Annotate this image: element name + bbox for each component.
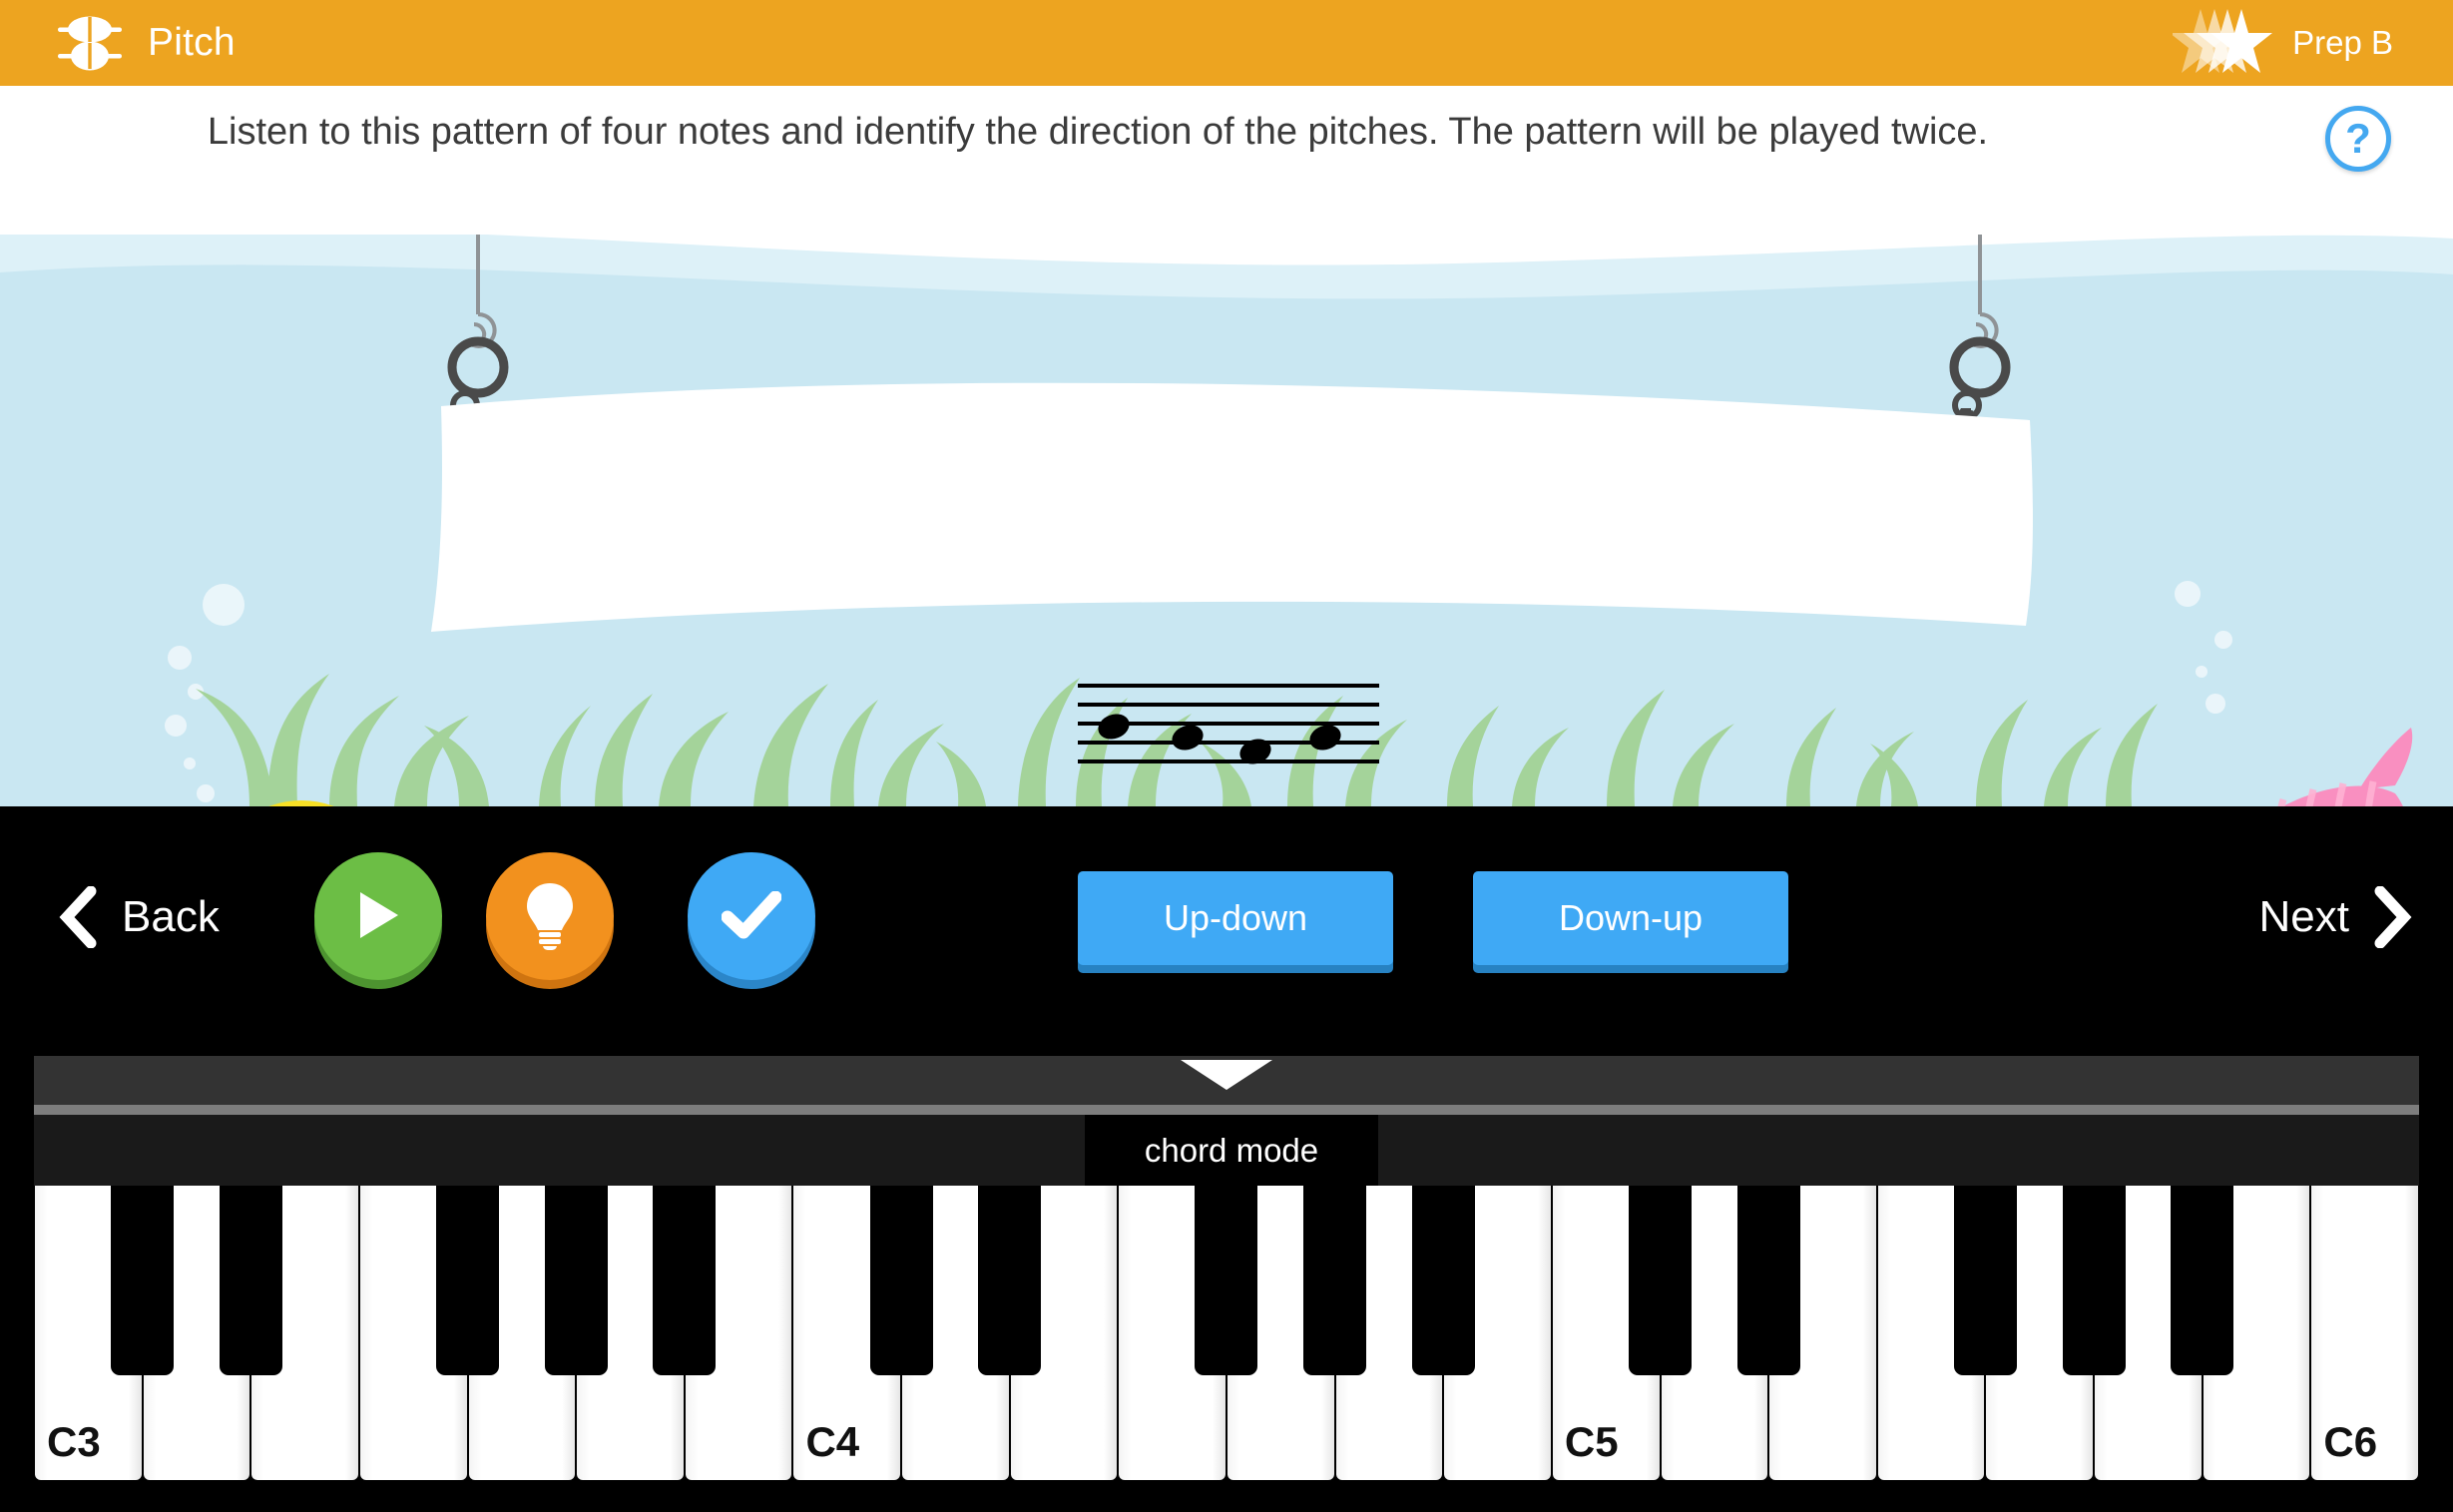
level-label: Prep B [2292,24,2393,61]
chord-panel-divider [34,1105,2419,1115]
black-key[interactable] [219,1186,282,1375]
header-right-group[interactable]: Prep B [2170,7,2453,79]
app-title: Pitch [148,21,236,64]
black-key[interactable] [1736,1186,1800,1375]
star-burst-icon [2170,7,2276,79]
instruction-text: Listen to this pattern of four notes and… [207,111,1989,153]
chord-mode-toggle[interactable]: chord mode [1085,1115,1378,1186]
answer-option-down-up[interactable]: Down-up [1473,871,1788,965]
double-notehead-icon [58,14,122,72]
answer-option-label: Down-up [1558,897,1704,938]
next-button[interactable]: Next [2258,885,2413,949]
pitch-exercise-screen: Pitch Prep B Listen to this pattern of f… [0,0,2453,1512]
piano-keyboard: C3 C4 C5 C6 [34,1186,2419,1490]
answer-banner [431,382,2033,632]
black-key[interactable] [436,1186,500,1375]
chord-panel-row: chord mode [34,1115,2419,1186]
hint-button[interactable] [486,852,614,980]
answer-option-up-down[interactable]: Up-down [1078,871,1393,965]
black-key[interactable] [653,1186,717,1375]
black-key[interactable] [978,1186,1042,1375]
next-label: Next [2258,892,2349,941]
black-key[interactable] [1629,1186,1693,1375]
black-key[interactable] [2062,1186,2126,1375]
key-label: C6 [2323,1418,2378,1465]
chord-panel: chord mode [34,1056,2419,1186]
back-label: Back [122,892,220,941]
black-key[interactable] [1195,1186,1258,1375]
white-key[interactable]: C6 [2311,1186,2418,1480]
checkmark-icon [721,890,782,942]
chevron-left-icon [58,885,102,949]
black-key[interactable] [544,1186,608,1375]
black-key[interactable] [869,1186,933,1375]
key-label: C4 [805,1418,860,1465]
black-key[interactable] [1953,1186,2017,1375]
chord-mode-label: chord mode [1144,1131,1319,1169]
instruction-bar: Listen to this pattern of four notes and… [0,86,2453,240]
black-key[interactable] [1411,1186,1475,1375]
header-left-group: Pitch [0,14,236,72]
help-button[interactable]: ? [2325,106,2391,172]
black-key[interactable] [111,1186,175,1375]
back-button[interactable]: Back [58,885,220,949]
question-mark-icon: ? [2345,115,2371,162]
app-header: Pitch Prep B [0,0,2453,86]
check-button[interactable] [688,852,815,980]
black-key[interactable] [1303,1186,1367,1375]
chevron-right-icon [2369,885,2413,949]
play-triangle-icon [353,888,403,945]
chevron-down-icon [1181,1058,1272,1092]
answer-option-label: Up-down [1163,897,1308,938]
key-label: C5 [1564,1418,1619,1465]
chord-panel-handle[interactable] [34,1056,2419,1105]
black-key[interactable] [2171,1186,2234,1375]
underwater-scene [0,235,2453,806]
lightbulb-icon [523,880,577,953]
scene-illustration [0,235,2453,806]
play-button[interactable] [314,852,442,980]
key-label: C3 [47,1418,101,1465]
